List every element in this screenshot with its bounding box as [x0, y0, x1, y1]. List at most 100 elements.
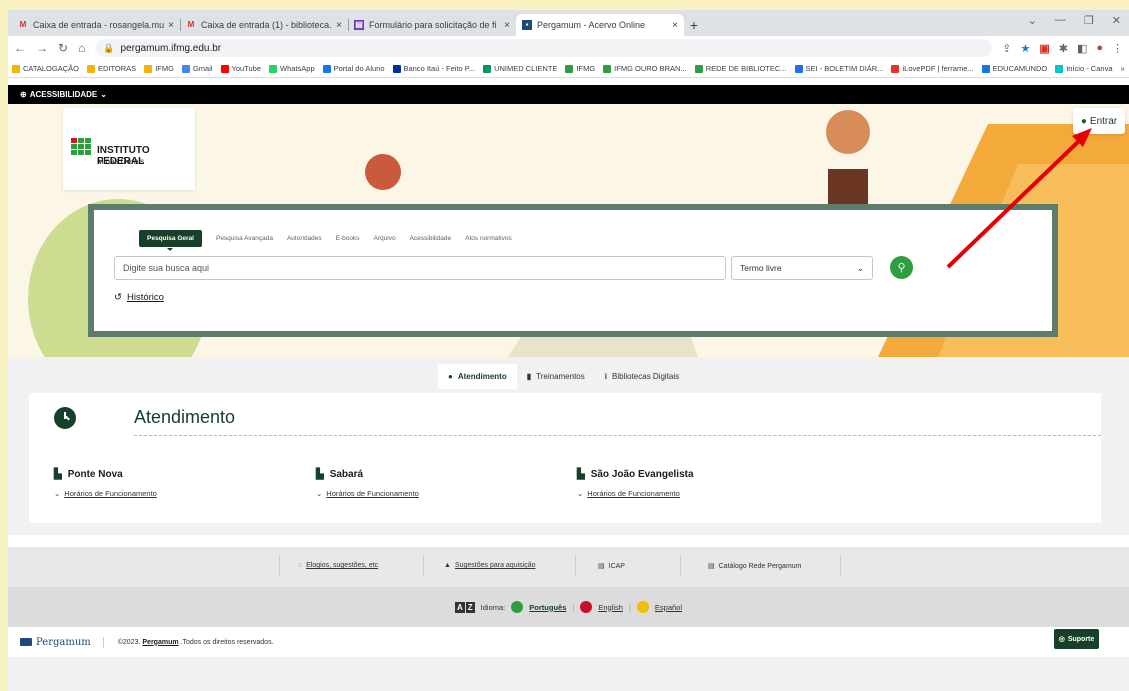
accessibility-menu[interactable]: ACESSIBILIDADE — [30, 90, 98, 99]
profile-avatar-icon[interactable]: ● — [1096, 42, 1103, 54]
bookmarks-more-icon[interactable]: » — [1121, 64, 1125, 73]
search-type-select[interactable]: Termo livre ⌄ — [731, 256, 873, 280]
search-input[interactable]: Digite sua busca aqui — [114, 256, 726, 280]
browser-tab[interactable]: ▤ Formulário para solicitação de fi × — [348, 14, 516, 36]
bookmark-item[interactable]: IFMG — [565, 64, 595, 73]
search-tab[interactable]: Pesquisa Avançada — [216, 235, 273, 242]
pdf-extension-icon[interactable]: ▣ — [1039, 42, 1049, 55]
close-window-icon[interactable]: ✕ — [1112, 14, 1121, 27]
home-icon[interactable]: ⌂ — [78, 41, 85, 55]
search-button[interactable]: ⚲ — [890, 256, 913, 279]
person-head-shape — [365, 154, 401, 190]
hours-toggle[interactable]: ⌄ Horários de Funcionamento — [54, 489, 294, 498]
new-tab-button[interactable]: + — [684, 14, 704, 36]
address-bar: ← → ↻ ⌂ 🔒 pergamum.ifmg.edu.br ⇪ ★ ▣ ✱ ◧… — [8, 36, 1129, 60]
browser-tab[interactable]: M Caixa de entrada (1) - biblioteca. × — [180, 14, 348, 36]
search-tab[interactable]: Arquivo — [374, 235, 396, 242]
bookmark-label: Gmail — [192, 64, 213, 73]
close-icon[interactable]: × — [672, 20, 678, 31]
footer-link[interactable]: ▤ ICAP — [598, 562, 625, 571]
kebab-menu-icon[interactable]: ⋮ — [1112, 42, 1123, 55]
close-icon[interactable]: × — [168, 20, 174, 31]
search-tab[interactable]: Atos normativos — [465, 235, 512, 242]
bookmark-item[interactable]: EDITORAS — [86, 64, 136, 73]
login-button[interactable]: ● Entrar — [1073, 108, 1125, 134]
bookmark-item[interactable]: REDE DE BIBLIOTEC... — [694, 64, 787, 73]
hours-toggle[interactable]: ⌄ Horários de Funcionamento — [316, 489, 556, 498]
tab-title: Formulário para solicitação de fi — [369, 20, 497, 30]
language-link[interactable]: English — [598, 603, 623, 612]
language-link[interactable]: Português — [529, 603, 566, 612]
close-icon[interactable]: × — [336, 20, 342, 31]
share-icon[interactable]: ⇪ — [1002, 42, 1011, 55]
star-icon[interactable]: ★ — [1020, 42, 1030, 55]
bookmark-label: YouTube — [231, 64, 262, 73]
footer-link[interactable]: ◌ Elogios, sugestões, etc — [298, 562, 378, 569]
bookmark-icon — [603, 64, 612, 73]
pergamum-logo[interactable]: Pergamum — [20, 636, 104, 648]
support-label: Suporte — [1067, 635, 1095, 643]
history-link[interactable]: ↺ Histórico — [114, 292, 164, 303]
footer-link[interactable]: ▲ Sugestões para aquisição — [444, 562, 536, 569]
page-bottom — [8, 657, 1129, 691]
minimize-icon[interactable]: — — [1055, 14, 1066, 27]
bookmark-item[interactable]: SEI - BOLETIM DIÁR... — [794, 64, 884, 73]
bookmark-item[interactable]: Banco Itaú - Feito P... — [392, 64, 475, 73]
bookmark-item[interactable]: EDUCAMUNDO — [981, 64, 1047, 73]
info-tab[interactable]: ▮ Treinamentos — [517, 364, 595, 389]
footer-link-label: Catálogo Rede Pergamum — [718, 562, 802, 570]
search-tab[interactable]: Acessibilidade — [410, 235, 452, 242]
footer-separator — [423, 555, 424, 577]
campus-name: ▙ São João Evangelista — [577, 469, 817, 480]
bookmark-item[interactable]: YouTube — [220, 64, 262, 73]
bookmark-item[interactable]: UNIMED CLIENTE — [483, 64, 557, 73]
search-tab[interactable]: Autoridades — [287, 235, 322, 242]
footer-bar: Pergamum ©2023. Pergamum .Todos os direi… — [8, 627, 1129, 657]
bookmark-item[interactable]: IFMG — [144, 64, 174, 73]
bookmark-item[interactable]: Início - Canva — [1055, 64, 1113, 73]
reload-icon[interactable]: ↻ — [58, 41, 68, 55]
footer-separator — [680, 555, 681, 577]
browser-tab-active[interactable]: ▪ Pergamum - Acervo Online × — [516, 14, 684, 36]
sidepanel-icon[interactable]: ◧ — [1077, 42, 1087, 55]
headset-icon: ◎ — [1058, 636, 1065, 643]
bookmark-item[interactable]: IFMG OURO BRAN... — [603, 64, 687, 73]
forward-icon[interactable]: → — [36, 41, 48, 55]
reader-head-shape — [826, 110, 870, 154]
browser-tab[interactable]: M Caixa de entrada - rosangela.mu × — [12, 14, 180, 36]
bookmark-label: WhatsApp — [280, 64, 315, 73]
info-tab[interactable]: i Bibliotecas Digitais — [595, 364, 689, 389]
url-field[interactable]: 🔒 pergamum.ifmg.edu.br — [95, 39, 993, 57]
info-tab[interactable]: ● Atendimento — [438, 364, 517, 389]
pergamum-icon: ▪ — [522, 20, 532, 30]
language-link[interactable]: Español — [655, 603, 682, 612]
bookmark-icon — [12, 64, 20, 73]
book-reader-icon: ▙ — [316, 469, 324, 480]
logo-card[interactable]: INSTITUTO FEDERAL Minas Gerais — [63, 108, 195, 190]
hours-toggle[interactable]: ⌄ Horários de Funcionamento — [577, 489, 817, 498]
copyright: ©2023. Pergamum .Todos os direitos reser… — [118, 639, 274, 646]
bookmark-item[interactable]: Gmail — [181, 64, 213, 73]
bookmark-item[interactable]: CATALOGAÇÃO — [12, 64, 79, 73]
puzzle-icon[interactable]: ✱ — [1059, 42, 1068, 55]
restore-icon[interactable]: ❐ — [1084, 14, 1094, 27]
chevron-down-icon[interactable]: ⌄ — [100, 90, 107, 99]
info-tabs: ● Atendimento ▮ Treinamentos i Bibliotecas Di… — [438, 364, 689, 389]
bookmark-item[interactable]: WhatsApp — [269, 64, 315, 73]
reader-book-shape — [828, 169, 868, 205]
copyright-link[interactable]: Pergamum — [142, 639, 178, 646]
support-button[interactable]: ◎ Suporte — [1054, 629, 1099, 649]
info-icon: i — [604, 372, 607, 381]
bookmark-label: IFMG OURO BRAN... — [614, 64, 687, 73]
search-tabs: Pesquisa Geral Pesquisa Avançada Autoridad… — [139, 230, 512, 251]
search-tab[interactable]: E-books — [336, 235, 360, 242]
bookmark-item[interactable]: Portal do Aluno — [322, 64, 385, 73]
chevron-down-icon[interactable]: ⌄ — [1028, 14, 1037, 27]
back-icon[interactable]: ← — [14, 41, 26, 55]
footer-link[interactable]: ▤ Catálogo Rede Pergamum — [708, 562, 802, 571]
bookmark-label: SEI - BOLETIM DIÁR... — [805, 64, 884, 73]
bookmark-item[interactable]: iLovePDF | ferrame... — [891, 64, 974, 73]
search-tab[interactable]: Pesquisa Geral — [139, 230, 202, 251]
lock-icon[interactable]: 🔒 — [103, 43, 114, 54]
close-icon[interactable]: × — [504, 20, 510, 31]
